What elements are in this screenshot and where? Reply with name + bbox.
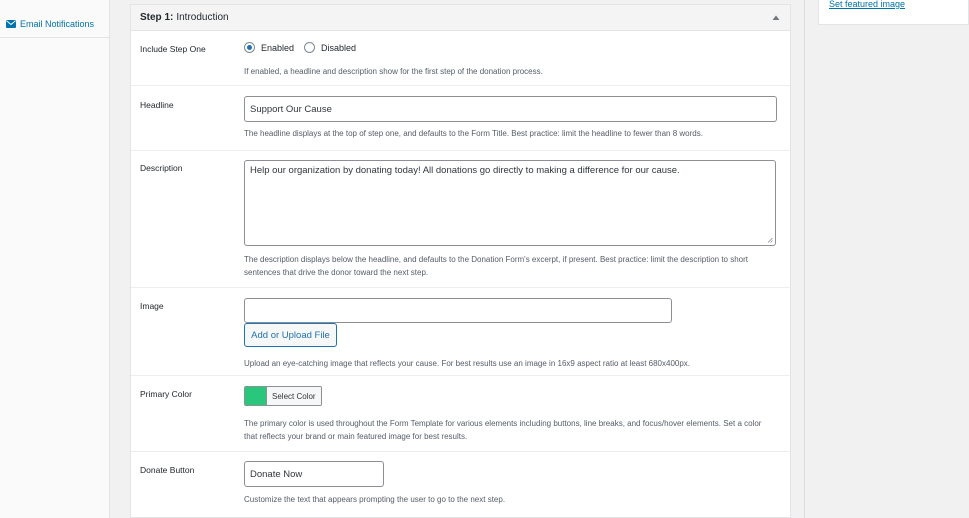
row-include-step: Include Step One Enabled Disabled If ena…	[131, 32, 790, 86]
image-label: Image	[140, 301, 164, 311]
radio-disabled-label: Disabled	[321, 42, 357, 53]
include-step-label: Include Step One	[140, 44, 206, 54]
radio-enabled-label: Enabled	[261, 42, 295, 53]
envelope-icon	[6, 19, 16, 28]
headline-input[interactable]: Support Our Cause	[244, 96, 777, 122]
sidebar-divider	[804, 0, 805, 518]
form-tabs-column: Email Notifications	[0, 0, 110, 518]
description-help: The description displays below the headl…	[244, 255, 749, 277]
radio-disabled-circle[interactable]	[304, 42, 315, 53]
tab-email-notifications-label: Email Notifications	[20, 18, 95, 29]
row-description: Description Help our organization by don…	[131, 151, 790, 288]
headline-label: Headline	[140, 100, 174, 110]
select-color-label: Select Color	[266, 387, 321, 405]
primary-color-description: The primary color is used throughout the…	[244, 419, 762, 441]
row-image: Image Add or Upload File Upload an eye-c…	[131, 288, 790, 376]
row-primary-color: Primary Color Select Color The primary c…	[131, 376, 790, 452]
metabox-title: Introduction	[176, 12, 229, 23]
image-url-input[interactable]	[244, 298, 672, 323]
radio-disabled[interactable]: Disabled	[304, 42, 356, 53]
upload-file-button[interactable]: Add or Upload File	[244, 323, 337, 347]
headline-description: The headline displays at the top of step…	[244, 129, 703, 138]
description-textarea[interactable]: Help our organization by donating today!…	[244, 160, 776, 246]
include-step-description: If enabled, a headline and description s…	[244, 67, 543, 76]
set-featured-image-link[interactable]: Set featured image	[829, 0, 905, 9]
step-one-metabox: Step 1: Introduction Include Step One En…	[130, 4, 791, 518]
collapse-triangle-icon[interactable]	[771, 13, 781, 23]
tab-email-notifications[interactable]: Email Notifications	[0, 10, 110, 38]
donate-button-label: Donate Button	[140, 465, 195, 475]
color-swatch	[245, 387, 266, 405]
metabox-header[interactable]: Step 1: Introduction	[131, 5, 790, 31]
radio-enabled[interactable]: Enabled	[244, 42, 294, 53]
donate-button-description: Customize the text that appears promptin…	[244, 495, 506, 504]
resize-grip-icon[interactable]	[767, 237, 773, 243]
image-description: Upload an eye-catching image that reflec…	[244, 359, 691, 368]
row-headline: Headline Support Our Cause The headline …	[131, 86, 790, 151]
donate-button-text-input[interactable]: Donate Now	[244, 461, 384, 487]
description-label: Description	[140, 163, 183, 173]
description-text: Help our organization by donating today!…	[250, 165, 680, 176]
featured-image-box: Set featured image	[818, 0, 969, 25]
row-donate-button: Donate Button Donate Now Customize the t…	[131, 452, 790, 516]
radio-enabled-circle[interactable]	[244, 42, 255, 53]
step-number: Step 1:	[140, 12, 174, 23]
select-color-button[interactable]: Select Color	[244, 386, 322, 406]
primary-color-label: Primary Color	[140, 389, 192, 399]
